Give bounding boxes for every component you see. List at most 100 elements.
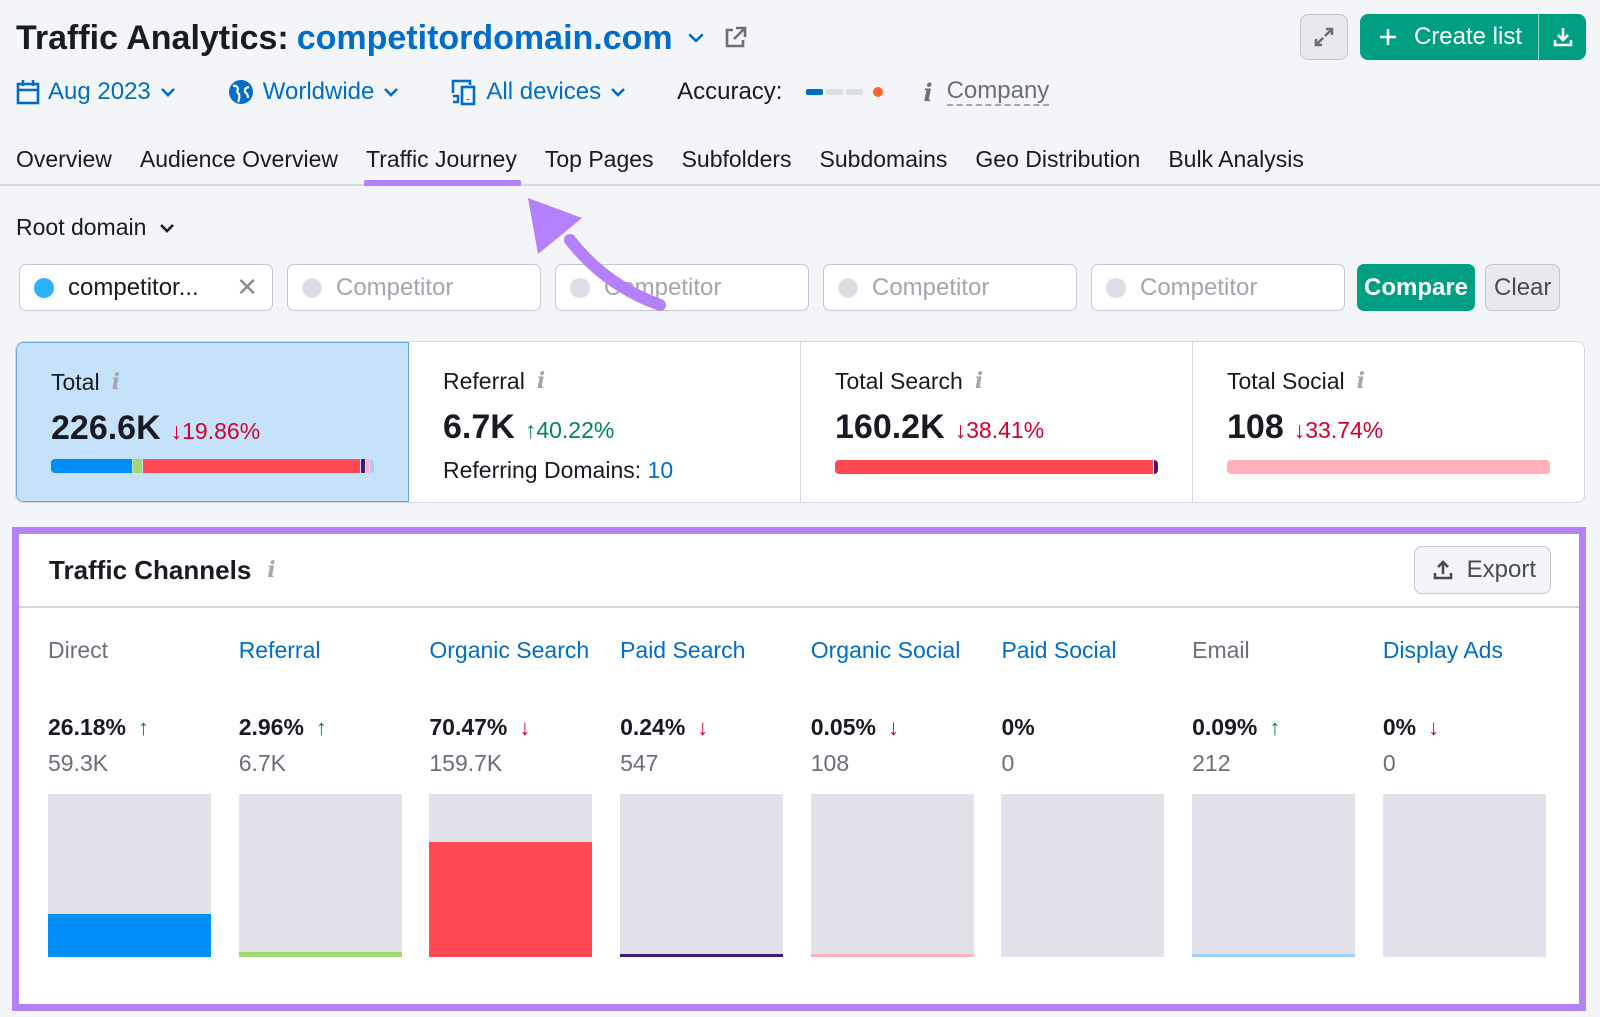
- region-filter[interactable]: Worldwide: [227, 78, 401, 106]
- card-total[interactable]: Total i 226.6K ↓19.86%: [16, 342, 409, 502]
- arrow-up-icon: ↑: [1269, 714, 1281, 740]
- arrow-down-icon: ↓: [697, 714, 709, 740]
- competitor-input-5[interactable]: Competitor: [1091, 264, 1345, 311]
- channel-share: 70.47% ↓: [429, 714, 530, 741]
- competitor-color-dot: [1106, 277, 1126, 298]
- compare-button[interactable]: Compare: [1357, 264, 1476, 311]
- bar-segment-paid-search: [1154, 460, 1158, 474]
- clear-button[interactable]: Clear: [1485, 264, 1561, 311]
- info-icon[interactable]: i: [1357, 368, 1365, 394]
- root-domain-selector[interactable]: Root domain: [16, 214, 176, 241]
- card-total-social[interactable]: Total Social i 108 ↓33.74%: [1193, 342, 1584, 502]
- channel-name[interactable]: Display Ads: [1383, 636, 1553, 664]
- arrow-down-icon: ↓: [887, 714, 899, 740]
- date-filter[interactable]: Aug 2023: [16, 78, 177, 106]
- devices-icon: [452, 79, 476, 106]
- accuracy-indicator: Accuracy:: [677, 78, 884, 106]
- channel-share: 0.09% ↑: [1192, 714, 1280, 741]
- tab-subfolders[interactable]: Subfolders: [682, 136, 792, 184]
- download-button[interactable]: [1538, 14, 1586, 60]
- card-delta: ↓33.74%: [1293, 417, 1384, 443]
- close-icon[interactable]: ✕: [236, 272, 258, 303]
- create-list-button[interactable]: Create list: [1360, 14, 1538, 60]
- channel-name[interactable]: Paid Social: [1001, 636, 1171, 664]
- card-delta: ↓38.41%: [954, 417, 1045, 443]
- root-domain-label: Root domain: [16, 214, 147, 240]
- info-icon[interactable]: i: [267, 557, 275, 583]
- create-list-button-group: Create list: [1359, 14, 1586, 60]
- info-icon[interactable]: i: [975, 368, 983, 394]
- channel-paid-social: Paid Social 0% 0: [1001, 608, 1192, 998]
- card-title: Referral: [443, 367, 525, 394]
- tab-traffic-journey[interactable]: Traffic Journey: [364, 136, 521, 186]
- channel-bar: [1382, 794, 1546, 957]
- channel-share: 0.05% ↓: [811, 714, 899, 741]
- channel-name[interactable]: Paid Search: [620, 636, 790, 664]
- channel-visits: 547: [620, 750, 659, 776]
- info-icon[interactable]: i: [112, 369, 120, 395]
- channel-direct: Direct 26.18% ↑ 59.3K: [48, 608, 239, 998]
- channel-visits: 159.7K: [429, 750, 503, 776]
- tab-subdomains[interactable]: Subdomains: [820, 136, 948, 184]
- chevron-down-icon[interactable]: [687, 29, 705, 47]
- channel-bar: [1001, 794, 1165, 957]
- channel-name[interactable]: Referral: [239, 636, 409, 664]
- external-link-icon[interactable]: [721, 24, 749, 52]
- export-button[interactable]: Export: [1413, 546, 1551, 594]
- competitor-color-dot: [34, 277, 54, 298]
- competitor-placeholder: Competitor: [872, 273, 990, 301]
- referring-domains-link[interactable]: 10: [648, 457, 674, 483]
- channel-name[interactable]: Organic Social: [811, 636, 981, 664]
- upload-icon: [1433, 560, 1452, 580]
- chevron-down-icon: [160, 223, 175, 233]
- accuracy-status-dot: [873, 87, 884, 97]
- fullscreen-button[interactable]: [1299, 14, 1348, 60]
- channel-share: 26.18% ↑: [48, 714, 149, 741]
- company-info[interactable]: i Company: [923, 78, 1050, 107]
- channel-name[interactable]: Organic Search: [429, 636, 599, 664]
- channel-bar-fill: [620, 954, 784, 957]
- channel-visits: 212: [1192, 750, 1231, 776]
- card-delta: ↑40.22%: [524, 417, 615, 443]
- info-icon[interactable]: i: [537, 368, 545, 394]
- channel-bar: [1192, 794, 1356, 957]
- competitor-color-dot: [838, 277, 858, 298]
- devices-filter[interactable]: All devices: [450, 78, 627, 106]
- competitor-input-4[interactable]: Competitor: [823, 264, 1077, 311]
- competitor-placeholder: Competitor: [604, 273, 722, 301]
- competitor-input-1[interactable]: competitor... ✕: [19, 264, 273, 311]
- channel-share-value: 70.47%: [429, 714, 508, 740]
- card-referral[interactable]: Referral i 6.7K ↑40.22% Referring Domains:…: [409, 342, 801, 502]
- channel-bar-fill: [238, 952, 402, 957]
- channel-bar: [429, 794, 593, 957]
- channel-list: Direct 26.18% ↑ 59.3K Referral 2.96% ↑ 6.7K Orga…: [19, 608, 1579, 998]
- channel-display-ads: Display Ads 0% ↓ 0: [1382, 608, 1574, 998]
- card-value: 108: [1227, 408, 1284, 446]
- card-value: 226.6K: [51, 409, 161, 447]
- channel-share-value: 0%: [1001, 714, 1035, 740]
- domain-selector[interactable]: competitordomain.com: [297, 19, 673, 58]
- channel-bar: [620, 794, 784, 957]
- channel-bar: [48, 794, 211, 957]
- bar-segment-direct: [51, 459, 132, 473]
- channel-bar-fill: [810, 954, 974, 957]
- bar-segment-organic-search: [142, 459, 360, 473]
- arrow-up-icon: ↑: [315, 714, 327, 740]
- tab-audience-overview[interactable]: Audience Overview: [140, 136, 338, 184]
- bar-segment-organic-social: [1227, 460, 1550, 474]
- tab-bulk-analysis[interactable]: Bulk Analysis: [1168, 136, 1304, 184]
- tab-overview[interactable]: Overview: [16, 136, 112, 184]
- channel-share: 2.96% ↑: [239, 714, 327, 741]
- channel-share-value: 0.05%: [810, 714, 876, 740]
- tab-top-pages[interactable]: Top Pages: [545, 136, 654, 184]
- channel-bar-fill: [48, 914, 211, 957]
- total-breakdown-bar: [51, 459, 374, 473]
- card-total-search[interactable]: Total Search i 160.2K ↓38.41%: [801, 342, 1193, 502]
- tab-geo-distribution[interactable]: Geo Distribution: [975, 136, 1140, 184]
- competitor-input-3[interactable]: Competitor: [555, 264, 809, 311]
- competitor-input-2[interactable]: Competitor: [287, 264, 541, 311]
- date-value: Aug 2023: [48, 78, 151, 105]
- chevron-down-icon: [384, 88, 399, 97]
- referring-domains: Referring Domains: 10: [443, 457, 674, 483]
- channel-name: Direct: [48, 637, 109, 663]
